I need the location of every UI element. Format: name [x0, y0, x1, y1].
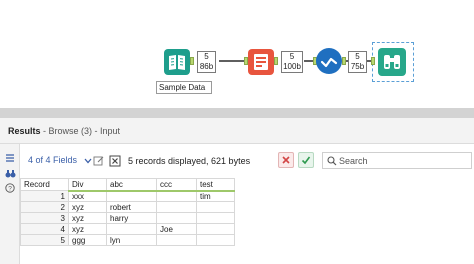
table-cell[interactable]: [156, 212, 197, 224]
table-cell[interactable]: xyz: [68, 223, 107, 235]
column-header[interactable]: ccc: [156, 178, 197, 192]
record-number: 4: [20, 223, 69, 235]
output-anchor[interactable]: [342, 57, 346, 65]
sample-tool[interactable]: [248, 49, 274, 75]
record-number: 3: [20, 212, 69, 224]
chevron-down-icon: [84, 158, 92, 164]
table-row[interactable]: 5 ggg lyn: [20, 234, 235, 246]
results-grid: Record Div abc ccc test 1 xxx tim 2 xyz …: [20, 178, 235, 246]
fields-dropdown[interactable]: 4 of 4 Fields: [28, 155, 92, 165]
output-anchor[interactable]: [190, 57, 194, 65]
column-header[interactable]: Record: [20, 178, 69, 191]
record-number: 1: [20, 190, 69, 202]
results-title: Results - Browse (3) - Input: [8, 126, 120, 136]
close-icon: [282, 156, 290, 164]
record-number: 2: [20, 201, 69, 213]
tool-caption: Sample Data: [156, 81, 212, 94]
table-cell[interactable]: [196, 201, 235, 213]
table-row[interactable]: 3 xyz harry: [20, 212, 235, 224]
grid-header-row: Record Div abc ccc test: [20, 178, 235, 192]
results-header: Results - Browse (3) - Input: [0, 118, 474, 144]
browse-tool[interactable]: [378, 48, 406, 76]
table-cell[interactable]: ggg: [68, 234, 107, 246]
connection-wire: [219, 60, 246, 62]
cancel-button[interactable]: [278, 152, 294, 168]
results-toolbar: 4 of 4 Fields 5 records displayed, 621 b…: [20, 144, 474, 178]
column-header[interactable]: abc: [106, 178, 157, 192]
table-cell[interactable]: [106, 223, 157, 235]
input-anchor[interactable]: [371, 57, 375, 65]
table-cell[interactable]: [196, 234, 235, 246]
apply-button[interactable]: [298, 152, 314, 168]
table-row[interactable]: 1 xxx tim: [20, 190, 235, 202]
workflow-canvas[interactable]: 5 86b Sample Data 5 100b 5 75b: [0, 0, 474, 108]
table-cell[interactable]: [156, 201, 197, 213]
table-cell[interactable]: harry: [106, 212, 157, 224]
record-number: 5: [20, 234, 69, 246]
record-count-badge: 5 75b: [348, 51, 367, 73]
search-box[interactable]: [322, 152, 472, 169]
records-summary: 5 records displayed, 621 bytes: [128, 156, 251, 166]
column-header[interactable]: Div: [68, 178, 107, 192]
table-cell[interactable]: xxx: [68, 190, 107, 202]
table-cell[interactable]: [196, 212, 235, 224]
table-cell[interactable]: [196, 223, 235, 235]
binoculars-view-icon[interactable]: [4, 168, 16, 180]
table-cell[interactable]: [156, 190, 197, 202]
app-root: 5 86b Sample Data 5 100b 5 75b Results -…: [0, 0, 474, 264]
binoculars-icon: [384, 55, 400, 69]
list-view-icon[interactable]: [4, 152, 16, 164]
help-icon[interactable]: ?: [4, 182, 16, 194]
table-cell[interactable]: xyz: [68, 201, 107, 213]
results-subtitle: - Browse (3) - Input: [40, 126, 121, 136]
svg-text:?: ?: [8, 186, 12, 193]
table-cell[interactable]: Joe: [156, 223, 197, 235]
clear-selection-icon[interactable]: [109, 154, 121, 167]
record-count-badge: 5 100b: [281, 51, 303, 73]
check-icon: [301, 156, 311, 165]
input-data-tool[interactable]: [164, 49, 190, 75]
edit-icon[interactable]: [93, 154, 105, 166]
table-cell[interactable]: [156, 234, 197, 246]
fields-dropdown-label: 4 of 4 Fields: [28, 155, 78, 165]
table-row[interactable]: 4 xyz Joe: [20, 223, 235, 235]
record-count-badge: 5 86b: [197, 51, 216, 73]
search-input[interactable]: [339, 154, 467, 167]
output-anchor[interactable]: [274, 57, 278, 65]
check-wave-icon: [320, 57, 338, 68]
table-cell[interactable]: tim: [196, 190, 235, 202]
results-side-rail: ?: [0, 144, 20, 264]
canvas-horizontal-scrollbar[interactable]: [0, 108, 474, 118]
table-cell[interactable]: lyn: [106, 234, 157, 246]
table-cell[interactable]: [106, 190, 157, 202]
sample-icon: [254, 54, 268, 70]
book-icon: [169, 55, 185, 70]
table-cell[interactable]: xyz: [68, 212, 107, 224]
table-row[interactable]: 2 xyz robert: [20, 201, 235, 213]
table-cell[interactable]: robert: [106, 201, 157, 213]
search-icon: [327, 156, 337, 166]
results-title-label: Results: [8, 126, 41, 136]
select-tool[interactable]: [316, 48, 342, 74]
column-header[interactable]: test: [196, 178, 235, 192]
